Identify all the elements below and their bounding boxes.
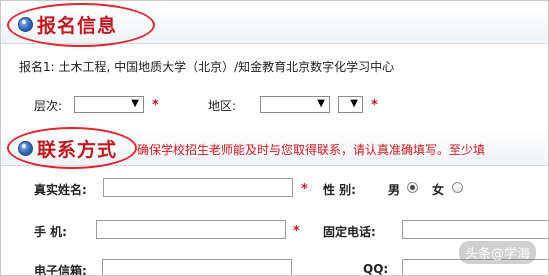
chevron-down-icon: ▼ [317,98,325,109]
red-highlight-circle [7,3,155,47]
gender-label: 性 别: [323,183,356,197]
mobile-input[interactable] [96,220,286,239]
email-label: 电子信箱: [34,264,87,276]
registration-form: 报名信息 报名1: 土木工程, 中国地质大学（北京）/知金教育北京数字化学习中心… [0,0,549,276]
realname-input[interactable] [103,178,293,197]
watermark: 头条@学海 [458,241,536,264]
mobile-label: 手 机: [34,225,67,239]
gender-male-radio[interactable] [407,182,418,193]
realname-label: 真实姓名: [34,183,87,197]
gender-female-radio[interactable] [452,182,463,193]
level-label: 层次: [34,99,63,113]
program-info-text: 报名1: 土木工程, 中国地质大学（北京）/知金教育北京数字化学习中心 [19,60,395,74]
red-highlight-circle [7,127,137,169]
required-mark: * [371,98,378,113]
region-select[interactable]: ▼ [260,96,330,113]
chevron-down-icon: ▼ [131,98,139,109]
required-mark: * [152,98,159,113]
level-select[interactable]: ▼ [74,96,144,113]
chevron-down-icon: ▼ [350,98,358,109]
landline-label: 固定电话: [323,225,376,239]
gender-female-label: 女 [432,183,445,197]
required-mark: * [301,182,308,197]
required-mark: * [293,224,300,239]
gender-male-label: 男 [388,183,401,197]
region-sub-select[interactable]: ▼ [338,96,363,113]
contact-note: 确保学校招生老师能及时与您取得联系，请认真准确填写。至少填 [137,143,486,157]
qq-label: QQ: [363,262,389,276]
landline-input[interactable] [402,220,548,239]
email-input[interactable] [102,259,292,275]
region-label: 地区: [208,99,237,113]
